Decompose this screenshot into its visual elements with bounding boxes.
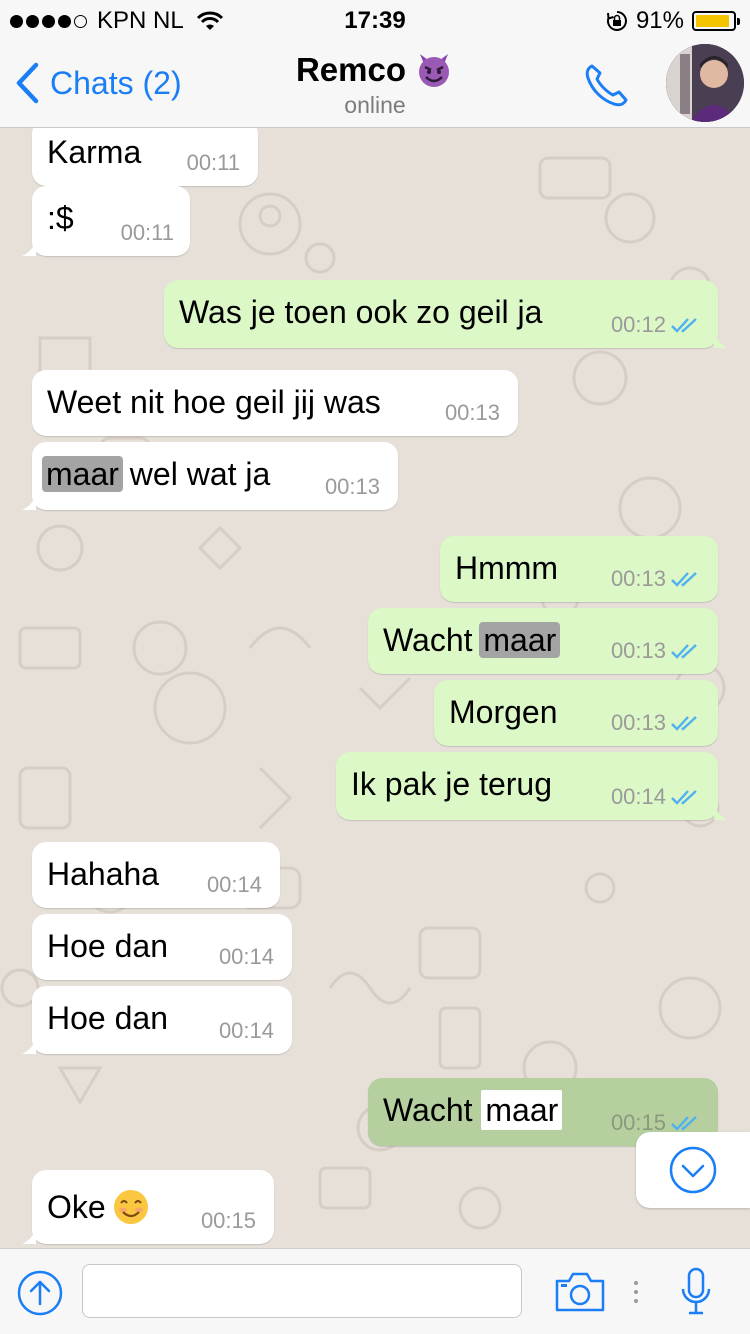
message-incoming[interactable]: maar wel wat ja 00:13 xyxy=(22,442,398,510)
message-text: Morgen xyxy=(449,694,558,730)
message-time: 00:13 xyxy=(444,400,500,425)
message-incoming[interactable]: Weet nit hoe geil jij was 00:13 xyxy=(32,370,518,436)
message-outgoing[interactable]: Morgen 00:13 xyxy=(434,680,718,746)
microphone-icon xyxy=(681,1267,711,1315)
double-check-read-icon xyxy=(671,1116,697,1131)
message-time: 00:14 xyxy=(206,872,262,897)
message-text: Hmmm xyxy=(455,550,559,586)
message-text: Hahaha xyxy=(47,856,160,892)
message-outgoing[interactable]: Was je toen ook zo geil ja 00:12 xyxy=(164,280,728,348)
highlighted-text: maar xyxy=(42,456,123,492)
message-text: Oke xyxy=(47,1189,106,1225)
double-check-read-icon xyxy=(671,644,697,659)
message-time: 00:14 xyxy=(218,1018,274,1043)
double-check-read-icon xyxy=(671,318,697,333)
phone-icon xyxy=(585,64,628,107)
smiling-face-emoji-icon xyxy=(113,1190,148,1224)
status-bar: KPN NL 17:39 91% xyxy=(0,0,750,40)
message-text: Karma xyxy=(47,134,142,170)
scroll-to-bottom-button[interactable] xyxy=(636,1132,750,1208)
highlighted-text: maar xyxy=(479,622,561,658)
camera-icon xyxy=(555,1272,605,1312)
highlighted-text: maar xyxy=(481,1090,563,1130)
message-text: Weet nit hoe geil jij was xyxy=(47,384,381,420)
message-outgoing[interactable]: Wacht maar 00:13 xyxy=(368,608,718,674)
message-incoming[interactable]: Hahaha 00:14 xyxy=(32,842,280,908)
message-incoming[interactable]: Oke 00:15 xyxy=(22,1170,274,1244)
message-incoming[interactable]: Hoe dan 00:14 xyxy=(32,914,292,980)
contact-avatar[interactable] xyxy=(666,44,744,122)
message-list[interactable]: Karma 00:11 :$ 00:11 Was je toen ook zo … xyxy=(0,128,750,1248)
chevron-down-circle-icon xyxy=(669,1146,717,1194)
upload-arrow-icon xyxy=(17,1270,63,1316)
message-input[interactable] xyxy=(82,1264,522,1318)
voice-message-button[interactable] xyxy=(680,1267,712,1322)
message-time: 00:13 xyxy=(611,566,700,592)
message-outgoing[interactable]: Hmmm 00:13 xyxy=(440,536,718,602)
message-time: 00:13 xyxy=(324,474,380,499)
message-text: Ik pak je terug xyxy=(351,766,552,802)
message-time: 00:15 xyxy=(200,1208,256,1233)
message-text: Was je toen ook zo geil ja xyxy=(179,294,543,330)
message-text: Wacht xyxy=(383,622,482,658)
message-text: wel wat ja xyxy=(120,456,271,492)
battery-percent: 91% xyxy=(635,7,684,34)
contact-name: Remco xyxy=(295,51,407,88)
divider-dots xyxy=(634,1281,638,1303)
message-time: 00:12 xyxy=(611,312,700,338)
double-check-read-icon xyxy=(671,716,697,731)
contact-status: online xyxy=(344,92,406,118)
message-time: 00:14 xyxy=(611,784,700,810)
smiling-devil-emoji-icon xyxy=(419,54,450,87)
message-incoming[interactable]: Hoe dan 00:14 xyxy=(22,986,292,1054)
message-time: 00:13 xyxy=(611,710,700,736)
attach-button[interactable] xyxy=(16,1269,64,1322)
composer-bar xyxy=(0,1248,750,1334)
message-incoming[interactable]: Karma 00:11 xyxy=(32,128,258,186)
double-check-read-icon xyxy=(671,572,697,587)
contact-info[interactable]: Remco online xyxy=(0,50,750,119)
message-outgoing[interactable]: Ik pak je terug 00:14 xyxy=(336,752,728,820)
double-check-read-icon xyxy=(671,790,697,805)
rotation-lock-icon xyxy=(606,11,627,31)
battery-icon xyxy=(692,11,740,31)
message-time: 00:13 xyxy=(611,638,700,664)
call-button[interactable] xyxy=(582,60,632,115)
message-time: 00:14 xyxy=(218,944,274,969)
chat-header: Chats (2) Remco online xyxy=(0,40,750,128)
message-text: Hoe dan xyxy=(47,1000,168,1036)
camera-button[interactable] xyxy=(554,1271,606,1318)
message-time: 00:11 xyxy=(120,220,174,245)
message-time: 00:11 xyxy=(186,150,240,175)
message-text: :$ xyxy=(47,200,74,236)
avatar-photo xyxy=(666,44,744,122)
message-text: Hoe dan xyxy=(47,928,168,964)
message-incoming[interactable]: :$ 00:11 xyxy=(22,186,190,256)
message-text: Wacht xyxy=(383,1092,482,1128)
